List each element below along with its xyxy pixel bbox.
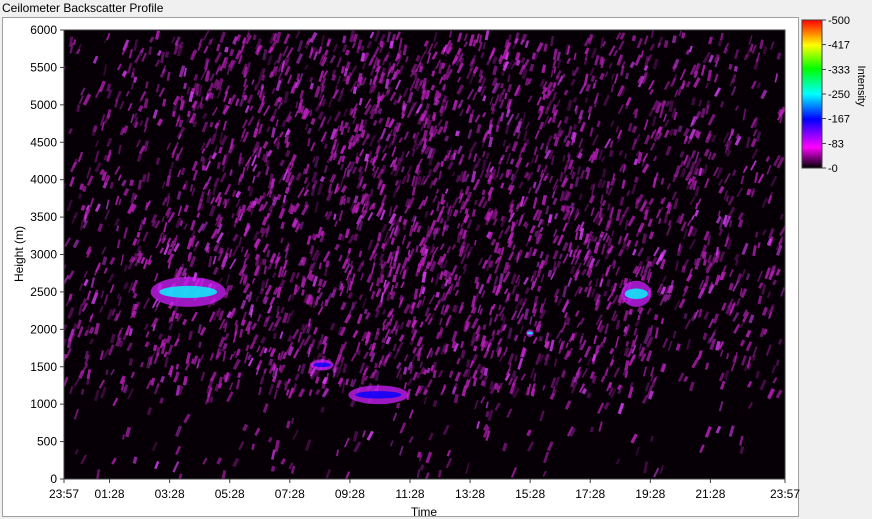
x-tick-label: 09:28 — [335, 487, 365, 501]
y-tick-label: 2500 — [30, 285, 57, 299]
backscatter-layer-core — [313, 362, 331, 368]
colorbar-tick-label: -250 — [828, 89, 850, 101]
colorbar-tick-label: -83 — [828, 138, 844, 150]
colorbar-tick-label: -0 — [828, 163, 838, 175]
backscatter-layer-core — [624, 288, 648, 300]
x-tick-label: 07:28 — [275, 487, 305, 501]
colorbar-ticks: -500 -417 -333 -250 -167 -83 -0 — [822, 15, 850, 175]
y-tick-label: 4000 — [30, 173, 57, 187]
y-tick-label: 5000 — [30, 98, 57, 112]
chart-window: Ceilometer Backscatter Profile 0 500 1000 1… — [0, 0, 872, 519]
backscatter-layer-core — [527, 331, 533, 335]
y-tick-label: 1500 — [30, 360, 57, 374]
colorbar-label: Intensity — [855, 66, 867, 107]
x-tick-label: 23:57 — [770, 487, 800, 501]
backscatter-layer-core — [355, 391, 402, 399]
x-tick-label: 23:57 — [49, 487, 79, 501]
colorbar-tick-label: -167 — [828, 114, 850, 126]
colorbar-tick-label: -417 — [828, 40, 850, 52]
y-tick-label: 1000 — [30, 397, 57, 411]
colorbar — [801, 19, 823, 169]
y-tick-label: 4500 — [30, 135, 57, 149]
y-tick-label: 5500 — [30, 60, 57, 74]
x-tick-label: 11:28 — [395, 487, 424, 501]
y-axis: 0 500 1000 1500 2000 2500 3000 3500 4000 4500 5000… — [30, 23, 64, 486]
x-axis: 23:57 01:28 03:28 05:28 07:28 09:28 11:28 13:28… — [49, 479, 800, 501]
backscatter-layer-core — [159, 285, 218, 298]
x-tick-label: 03:28 — [155, 487, 185, 501]
x-tick-label: 01:28 — [95, 487, 125, 501]
y-tick-label: 3000 — [30, 248, 57, 262]
y-axis-label: Height (m) — [12, 226, 26, 282]
y-tick-label: 6000 — [30, 23, 57, 37]
x-tick-label: 15:28 — [515, 487, 545, 501]
backscatter-chart: 0 500 1000 1500 2000 2500 3000 3500 4000 4500 5000… — [12, 15, 867, 519]
x-axis-label: Time — [411, 505, 438, 519]
y-tick-label: 2000 — [30, 322, 57, 336]
x-tick-label: 05:28 — [215, 487, 245, 501]
y-tick-label: 3500 — [30, 210, 57, 224]
colorbar-tick-label: -500 — [828, 15, 850, 27]
colorbar-tick-label: -333 — [828, 64, 850, 76]
y-tick-label: 0 — [50, 472, 57, 486]
x-tick-label: 13:28 — [455, 487, 485, 501]
x-tick-label: 17:28 — [575, 487, 605, 501]
x-tick-label: 21:28 — [695, 487, 725, 501]
y-tick-label: 500 — [37, 435, 57, 449]
x-tick-label: 19:28 — [635, 487, 665, 501]
